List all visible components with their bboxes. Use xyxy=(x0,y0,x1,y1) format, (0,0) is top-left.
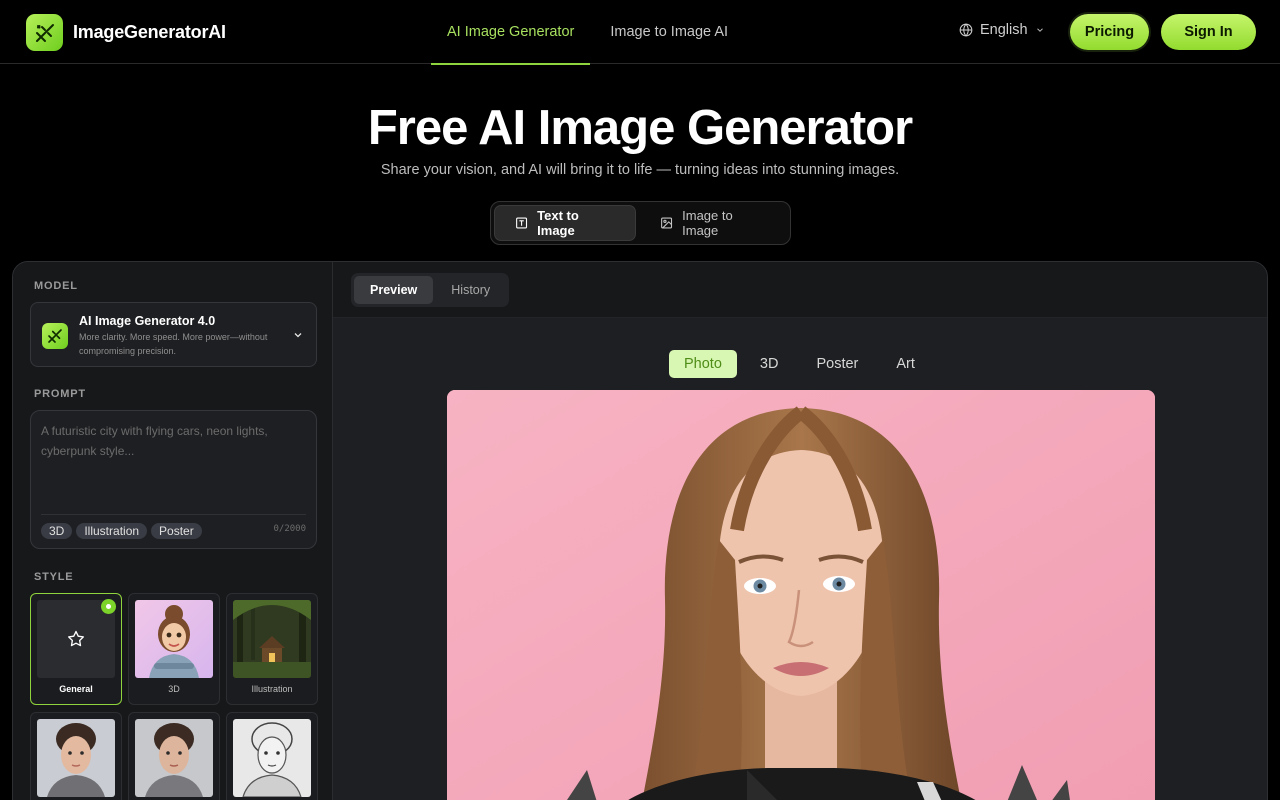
category-art[interactable]: Art xyxy=(881,350,930,378)
style-card-sketch[interactable] xyxy=(226,712,318,800)
style-card-illustration[interactable]: Illustration xyxy=(226,593,318,705)
example-result-image xyxy=(447,390,1155,800)
chevron-down-icon xyxy=(294,333,302,338)
prompt-section-label: PROMPT xyxy=(34,388,86,400)
style-label: Illustration xyxy=(251,684,293,694)
prompt-placeholder: A futuristic city with flying cars, neon… xyxy=(41,424,268,458)
mode-label: Image to Image xyxy=(682,208,733,238)
mode-label: Text to Image xyxy=(537,208,579,238)
character-count: 0/2000 xyxy=(273,524,306,534)
style-thumbnail xyxy=(233,719,311,797)
model-section-label: MODEL xyxy=(34,280,78,292)
settings-sidebar: MODEL AI Image Generator 4.0 More clarit… xyxy=(13,262,333,800)
globe-icon xyxy=(959,23,973,37)
star-icon xyxy=(68,630,85,647)
prompt-tags: 3D Illustration Poster xyxy=(41,523,202,539)
mode-switch: Text to Image Image to Image xyxy=(490,201,791,245)
prompt-divider xyxy=(41,514,306,515)
mode-image-to-image[interactable]: Image to Image xyxy=(640,205,787,241)
model-name: AI Image Generator 4.0 xyxy=(79,314,216,328)
model-selector[interactable]: AI Image Generator 4.0 More clarity. Mor… xyxy=(30,302,317,367)
category-photo[interactable]: Photo xyxy=(669,350,737,378)
prompt-tag-3d[interactable]: 3D xyxy=(41,523,73,539)
category-3d[interactable]: 3D xyxy=(745,350,794,378)
selected-check-icon xyxy=(101,599,116,614)
style-card-3d[interactable]: 3D xyxy=(128,593,220,705)
prompt-tag-illustration[interactable]: Illustration xyxy=(76,523,148,539)
style-card-portrait-2[interactable] xyxy=(128,712,220,800)
pricing-button[interactable]: Pricing xyxy=(1070,14,1149,50)
category-poster[interactable]: Poster xyxy=(801,350,873,378)
preview-toolbar: Preview History xyxy=(333,262,1267,318)
chevron-down-icon xyxy=(1036,28,1043,32)
nav-ai-image-generator[interactable]: AI Image Generator xyxy=(431,0,591,65)
top-navbar: ImageGeneratorAI AI Image Generator Imag… xyxy=(0,0,1280,65)
model-description: More clarity. More speed. More power—wit… xyxy=(79,332,268,356)
style-thumbnail xyxy=(233,600,311,678)
example-categories: Photo 3D Poster Art xyxy=(669,350,930,378)
style-thumbnail xyxy=(135,600,213,678)
preview-tabs: Preview History xyxy=(351,273,509,307)
style-card-portrait-1[interactable] xyxy=(30,712,122,800)
text-box-icon xyxy=(516,217,528,229)
prompt-tag-poster[interactable]: Poster xyxy=(151,523,202,539)
style-section-label: STYLE xyxy=(34,571,74,583)
model-logo-icon xyxy=(42,323,68,349)
style-label: 3D xyxy=(168,684,180,694)
image-icon xyxy=(661,217,673,229)
preview-area: Preview History Photo 3D Poster Art xyxy=(333,262,1267,800)
brand-logo[interactable]: ImageGeneratorAI xyxy=(26,14,226,51)
main-nav: AI Image Generator Image to Image AI xyxy=(431,0,748,65)
tab-history[interactable]: History xyxy=(435,276,506,304)
style-label: General xyxy=(59,684,93,694)
style-thumbnail xyxy=(135,719,213,797)
style-thumbnail xyxy=(37,719,115,797)
page-title: Free AI Image Generator xyxy=(367,101,913,155)
tab-preview[interactable]: Preview xyxy=(354,276,434,304)
sign-in-button[interactable]: Sign In xyxy=(1161,14,1256,50)
logo-icon xyxy=(26,14,63,51)
prompt-input[interactable]: A futuristic city with flying cars, neon… xyxy=(30,410,317,549)
page-subtitle: Share your vision, and AI will bring it … xyxy=(380,162,900,178)
generator-panel: MODEL AI Image Generator 4.0 More clarit… xyxy=(12,261,1268,800)
language-label: English xyxy=(980,22,1028,38)
language-selector[interactable]: English xyxy=(959,22,1045,38)
mode-text-to-image[interactable]: Text to Image xyxy=(494,205,636,241)
brand-name: ImageGeneratorAI xyxy=(73,22,226,42)
nav-image-to-image[interactable]: Image to Image AI xyxy=(594,0,744,64)
style-card-general[interactable]: General xyxy=(30,593,122,705)
